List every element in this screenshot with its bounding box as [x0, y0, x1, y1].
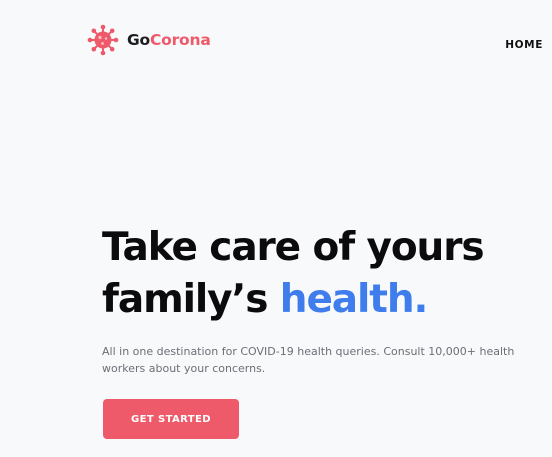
hero-title-accent: health. [279, 277, 429, 322]
brand-logo[interactable]: GoCorona [87, 24, 211, 56]
hero-section: Take care of yours family’s health. All i… [102, 222, 542, 377]
main-nav: HOME [505, 33, 543, 52]
hero-description: All in one destination for COVID-19 heal… [102, 345, 515, 375]
brand-name-prefix: Go [127, 31, 150, 49]
hero-title-line2: family’s [102, 277, 280, 322]
get-started-button[interactable]: GET STARTED [103, 399, 239, 439]
hero-title-line1: Take care of yours [102, 225, 485, 270]
brand-name-suffix: Corona [149, 31, 211, 49]
hero-title: Take care of yours family’s health. [102, 222, 542, 326]
brand-name: GoCorona [127, 31, 211, 49]
site-header: GoCorona HOME [0, 0, 552, 80]
nav-home-link[interactable]: HOME [505, 39, 543, 51]
virus-icon [87, 24, 119, 56]
